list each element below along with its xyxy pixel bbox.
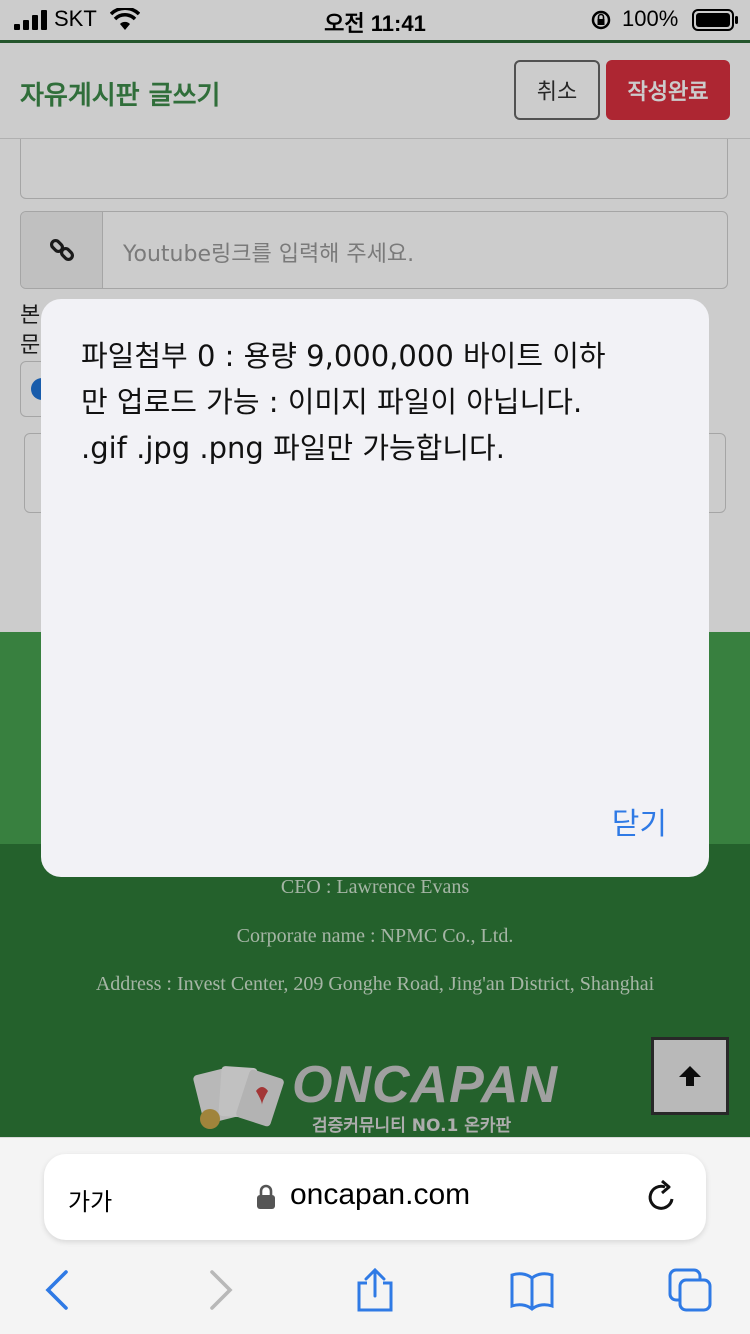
back-icon[interactable] xyxy=(36,1268,80,1312)
alert-dialog: 파일첨부 0 : 용량 9,000,000 바이트 이하 만 업로드 가능 : … xyxy=(41,299,709,877)
lock-icon xyxy=(257,1184,275,1209)
address-bar[interactable]: 가가 oncapan.com xyxy=(44,1154,706,1240)
reload-icon[interactable] xyxy=(644,1178,680,1216)
share-icon[interactable] xyxy=(353,1268,397,1312)
browser-toolbar: 가가 oncapan.com xyxy=(0,1137,750,1334)
bookmarks-icon[interactable] xyxy=(510,1268,554,1312)
alert-message: 파일첨부 0 : 용량 9,000,000 바이트 이하 만 업로드 가능 : … xyxy=(81,339,606,465)
text-size-button[interactable]: 가가 xyxy=(68,1182,112,1217)
url-text[interactable]: oncapan.com xyxy=(290,1178,470,1212)
forward-icon[interactable] xyxy=(198,1268,242,1312)
tabs-icon[interactable] xyxy=(668,1268,712,1312)
close-button[interactable]: 닫기 xyxy=(612,799,667,843)
